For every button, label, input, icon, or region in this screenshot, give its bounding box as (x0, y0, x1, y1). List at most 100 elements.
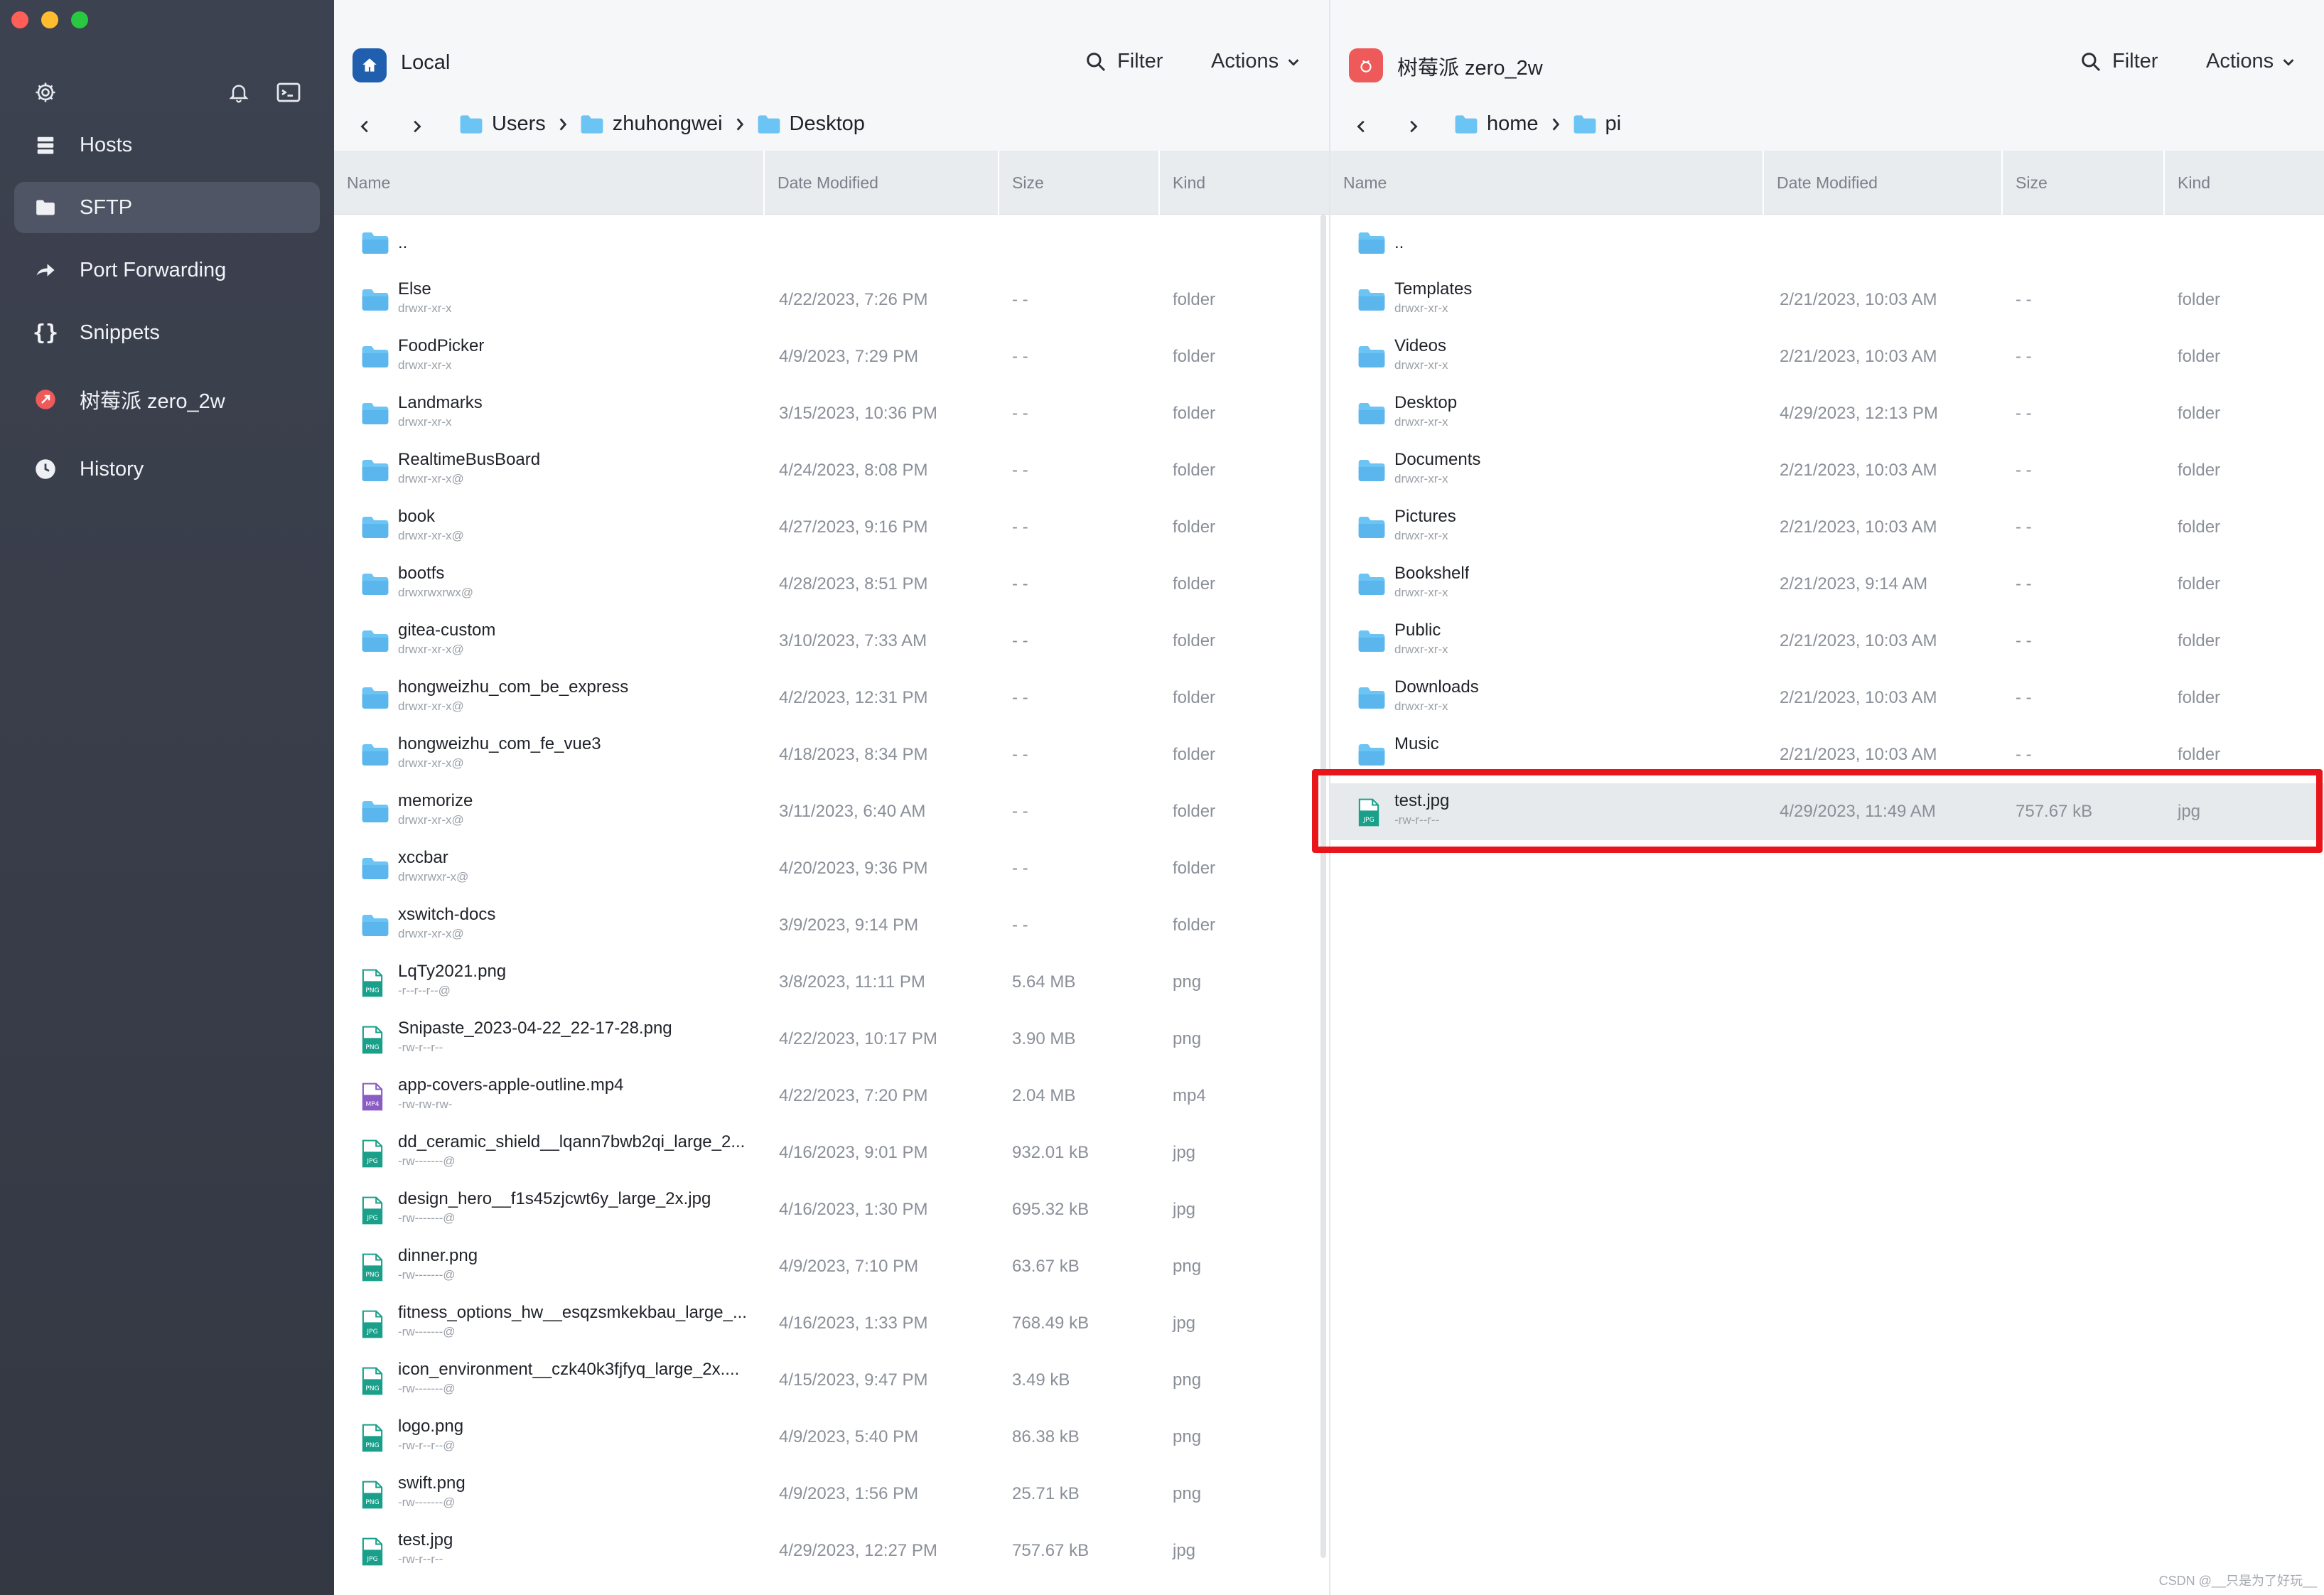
file-row[interactable]: JPG fitness_options_hw__esqzsmkekbau_larg… (334, 1295, 1329, 1352)
file-row[interactable]: PNG logo.png -rw-r--r--@ 4/9/2023, 5:40 PM 8… (334, 1409, 1329, 1466)
column-date-modified[interactable]: Date Modified (763, 151, 998, 215)
file-kind: folder (2178, 404, 2221, 423)
file-permissions: -rw-r--r--@ (398, 1439, 456, 1452)
folder-row[interactable]: Templates drwxr-xr-x 2/21/2023, 10:03 AM - … (1330, 272, 2324, 328)
folder-row[interactable]: Videos drwxr-xr-x 2/21/2023, 10:03 AM - - fo… (1330, 328, 2324, 385)
file-name: Music (1394, 734, 1439, 753)
folder-row[interactable]: memorize drwxr-xr-x@ 3/11/2023, 6:40 AM - -… (334, 783, 1329, 840)
folder-row[interactable]: .. (1330, 215, 2324, 272)
local-actions-button[interactable]: Actions (1211, 50, 1301, 73)
folder-row[interactable]: .. (334, 215, 1329, 272)
sidebar-item-history[interactable]: History (14, 444, 320, 495)
file-row[interactable]: JPG dd_ceramic_shield__lqann7bwb2qi_large… (334, 1124, 1329, 1181)
file-size: 5.64 MB (1012, 972, 1076, 992)
folder-row[interactable]: book drwxr-xr-x@ 4/27/2023, 9:16 PM - - fold… (334, 499, 1329, 556)
folder-row[interactable]: Bookshelf drwxr-xr-x 2/21/2023, 9:14 AM - -… (1330, 556, 2324, 613)
folder-row[interactable]: bootfs drwxrwxrwx@ 4/28/2023, 8:51 PM - - fo… (334, 556, 1329, 613)
file-name: Pictures (1394, 507, 1456, 526)
column-name[interactable]: Name (334, 151, 763, 215)
file-name: book (398, 507, 436, 526)
svg-text:PNG: PNG (365, 1498, 380, 1506)
breadcrumb-item[interactable]: Desktop (757, 112, 865, 136)
file-name: Desktop (1394, 393, 1458, 412)
back-button[interactable] (1349, 114, 1375, 139)
file-size: - - (2016, 404, 2032, 423)
sidebar-item-raspberry-pi[interactable]: 树莓派 zero_2w (14, 374, 320, 425)
folder-row[interactable]: xccbar drwxrwxr-x@ 4/20/2023, 9:36 PM - - fo… (334, 840, 1329, 897)
file-date-modified: 4/29/2023, 12:13 PM (1780, 404, 1938, 423)
file-permissions: drwxrwxr-x@ (398, 870, 469, 884)
folder-row[interactable]: Documents drwxr-xr-x 2/21/2023, 10:03 AM - … (1330, 442, 2324, 499)
column-kind[interactable]: Kind (1158, 151, 1329, 215)
bell-icon[interactable] (223, 77, 254, 108)
column-kind[interactable]: Kind (2163, 151, 2324, 215)
sidebar-item-port-forwarding[interactable]: Port Forwarding (14, 245, 320, 296)
local-filter-button[interactable]: Filter (1085, 50, 1163, 73)
png-file-icon: PNG (361, 1366, 389, 1395)
close-window-button[interactable] (11, 11, 28, 28)
file-row[interactable]: PNG LqTy2021.png -r--r--r--@ 3/8/2023, 11:1… (334, 954, 1329, 1011)
minimize-window-button[interactable] (41, 11, 58, 28)
gear-icon[interactable] (30, 77, 61, 108)
folder-row[interactable]: Downloads drwxr-xr-x 2/21/2023, 10:03 AM - … (1330, 670, 2324, 726)
chevron-left-icon (1357, 120, 1365, 133)
folder-row[interactable]: Pictures drwxr-xr-x 2/21/2023, 10:03 AM - -… (1330, 499, 2324, 556)
folder-icon (1357, 399, 1386, 428)
file-row[interactable]: PNG Snipaste_2023-04-22_22-17-28.png -rw-r… (334, 1011, 1329, 1068)
folder-row[interactable]: Public drwxr-xr-x 2/21/2023, 10:03 AM - - fo… (1330, 613, 2324, 670)
folder-row[interactable]: Desktop drwxr-xr-x 4/29/2023, 12:13 PM - - f… (1330, 385, 2324, 442)
file-permissions: -rw-------@ (398, 1211, 456, 1225)
file-kind: folder (1173, 859, 1216, 878)
breadcrumb-item[interactable]: zhuhongwei (580, 112, 723, 136)
folder-row[interactable]: Landmarks drwxr-xr-x 3/15/2023, 10:36 PM - … (334, 385, 1329, 442)
zoom-window-button[interactable] (71, 11, 88, 28)
file-name: Videos (1394, 336, 1446, 355)
folder-row[interactable]: FoodPicker drwxr-xr-x 4/9/2023, 7:29 PM - -… (334, 328, 1329, 385)
folder-row[interactable]: gitea-custom drwxr-xr-x@ 3/10/2023, 7:33 A… (334, 613, 1329, 670)
file-row[interactable]: PNG icon_environment__czk40k3fjfyq_large_… (334, 1352, 1329, 1409)
folder-row[interactable]: xswitch-docs drwxr-xr-x@ 3/9/2023, 9:14 PM… (334, 897, 1329, 954)
column-name[interactable]: Name (1330, 151, 1763, 215)
file-row[interactable]: PNG dinner.png -rw-------@ 4/9/2023, 7:10 P… (334, 1238, 1329, 1295)
folder-row[interactable]: RealtimeBusBoard drwxr-xr-x@ 4/24/2023, 8:… (334, 442, 1329, 499)
file-row[interactable]: MP4 app-covers-apple-outline.mp4 -rw-rw-rw… (334, 1068, 1329, 1124)
forward-button[interactable] (404, 114, 429, 139)
column-size[interactable]: Size (998, 151, 1158, 215)
folder-row[interactable]: hongweizhu_com_fe_vue3 drwxr-xr-x@ 4/18/20… (334, 726, 1329, 783)
back-button[interactable] (353, 114, 378, 139)
terminal-icon[interactable] (273, 77, 304, 108)
sidebar-item-hosts[interactable]: Hosts (14, 119, 320, 171)
file-size: - - (1012, 347, 1028, 366)
file-row[interactable]: JPG design_hero__f1s45zjcwt6y_large_2x.jp… (334, 1181, 1329, 1238)
folder-row[interactable]: hongweizhu_com_be_express drwxr-xr-x@ 4/2/… (334, 670, 1329, 726)
file-permissions: -rw-------@ (398, 1325, 456, 1338)
folder-icon (581, 114, 603, 134)
forward-button[interactable] (1400, 114, 1426, 139)
file-kind: png (1173, 1257, 1202, 1276)
local-scrollbar[interactable] (1320, 215, 1326, 1558)
file-permissions: drwxr-xr-x (398, 415, 452, 429)
file-name: gitea-custom (398, 621, 496, 640)
file-size: - - (1012, 461, 1028, 480)
sidebar-item-snippets[interactable]: {} Snippets (14, 307, 320, 358)
breadcrumb-item[interactable]: home (1454, 112, 1539, 136)
breadcrumb-item[interactable]: Users (459, 112, 546, 136)
breadcrumb-item[interactable]: pi (1573, 112, 1621, 136)
svg-text:JPG: JPG (366, 1214, 377, 1222)
file-date-modified: 4/16/2023, 1:30 PM (779, 1200, 928, 1219)
filter-label: Filter (1117, 50, 1163, 72)
remote-actions-button[interactable]: Actions (2206, 50, 2296, 73)
remote-pane-header: 树莓派 zero_2w Filter Actions home pi (1330, 0, 2324, 151)
column-date-modified[interactable]: Date Modified (1763, 151, 2001, 215)
file-permissions: drwxr-xr-x (1394, 472, 1448, 485)
file-row[interactable]: JPG test.jpg -rw-r--r-- 4/29/2023, 12:27 PM… (334, 1522, 1329, 1579)
file-size: 25.71 kB (1012, 1484, 1080, 1503)
sidebar-item-sftp[interactable]: SFTP (14, 182, 320, 233)
column-size[interactable]: Size (2001, 151, 2163, 215)
file-size: - - (1012, 404, 1028, 423)
folder-row[interactable]: Else drwxr-xr-x 4/22/2023, 7:26 PM - - folde… (334, 272, 1329, 328)
jpg-file-icon: JPG (361, 1537, 389, 1566)
file-row[interactable]: PNG swift.png -rw-------@ 4/9/2023, 1:56 PM… (334, 1466, 1329, 1522)
file-name: .. (1394, 233, 1404, 252)
remote-filter-button[interactable]: Filter (2080, 50, 2158, 73)
